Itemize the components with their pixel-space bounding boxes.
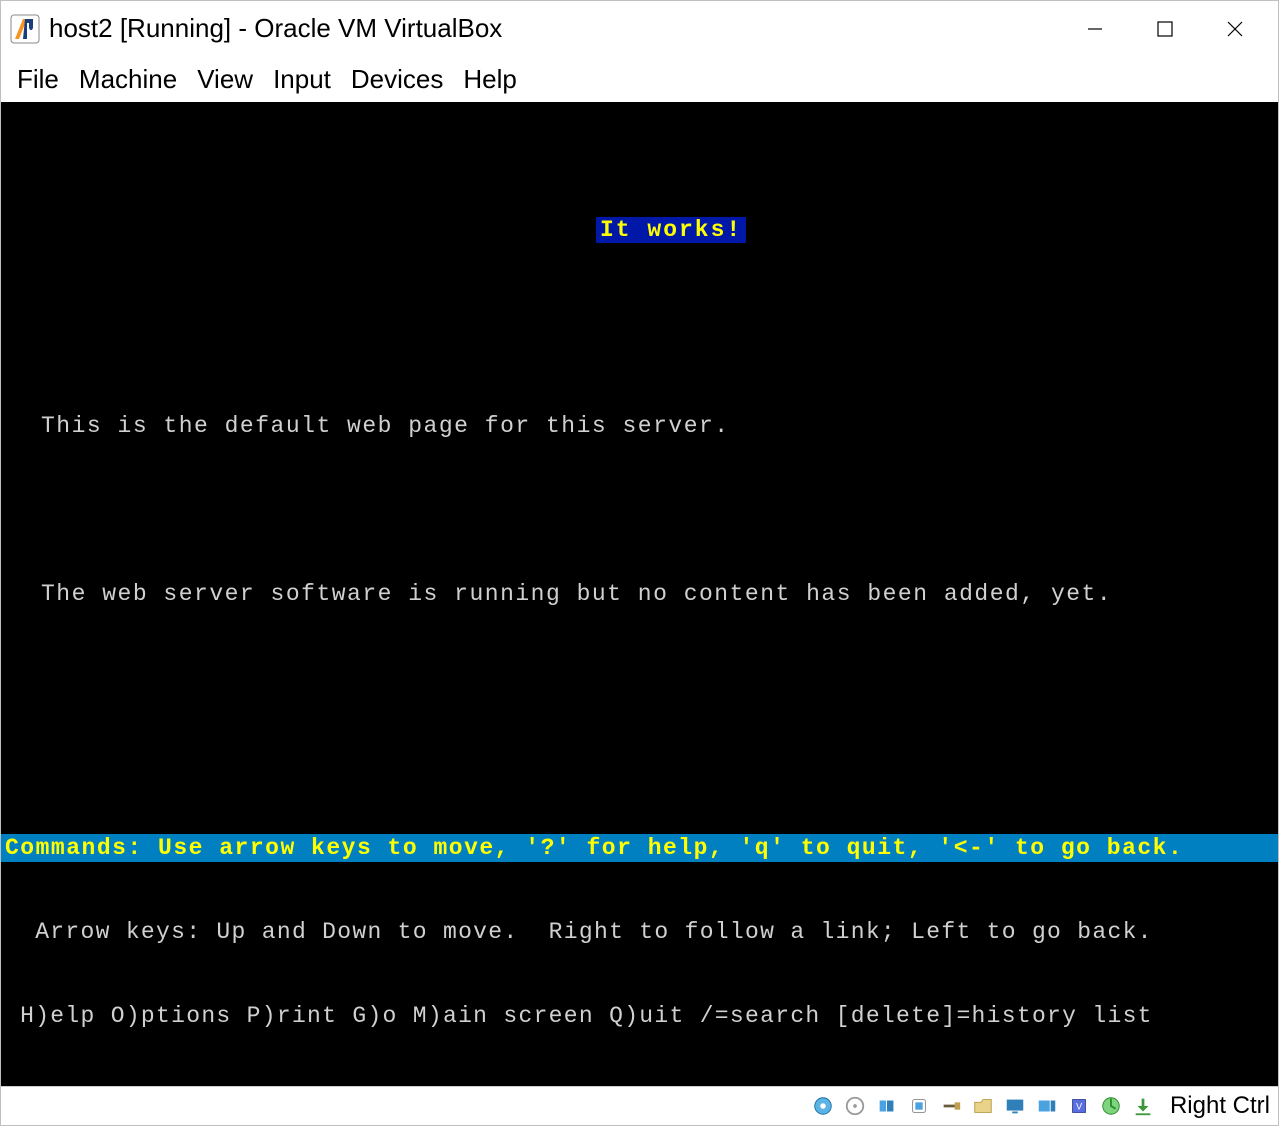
close-button[interactable]	[1200, 5, 1270, 53]
window-titlebar: host2 [Running] - Oracle VM VirtualBox	[1, 1, 1278, 56]
recording-icon[interactable]	[1034, 1093, 1060, 1119]
lynx-hint-2: H)elp O)ptions P)rint G)o M)ain screen Q…	[1, 1002, 1278, 1030]
menu-view[interactable]: View	[187, 60, 263, 99]
keyboard-capture-icon[interactable]	[1130, 1093, 1156, 1119]
vm-status-bar: V Right Ctrl	[1, 1086, 1278, 1125]
usb-icon[interactable]	[938, 1093, 964, 1119]
network-icon[interactable]	[906, 1093, 932, 1119]
virtualbox-icon	[9, 13, 41, 45]
menu-bar: File Machine View Input Devices Help	[1, 56, 1278, 102]
shared-folders-icon[interactable]	[970, 1093, 996, 1119]
host-key-label: Right Ctrl	[1170, 1092, 1270, 1120]
display-icon[interactable]	[1002, 1093, 1028, 1119]
hard-disk-icon[interactable]	[810, 1093, 836, 1119]
menu-machine[interactable]: Machine	[69, 60, 187, 99]
lynx-footer: Commands: Use arrow keys to move, '?' fo…	[1, 778, 1278, 1086]
menu-devices[interactable]: Devices	[341, 60, 453, 99]
maximize-button[interactable]	[1130, 5, 1200, 53]
mouse-integration-icon[interactable]	[1098, 1093, 1124, 1119]
audio-icon[interactable]	[874, 1093, 900, 1119]
window-title: host2 [Running] - Oracle VM VirtualBox	[49, 13, 502, 44]
menu-help[interactable]: Help	[453, 60, 526, 99]
menu-input[interactable]: Input	[263, 60, 341, 99]
page-heading: It works!	[596, 217, 746, 243]
page-paragraph-2: The web server software is running but n…	[1, 580, 1278, 608]
minimize-button[interactable]	[1060, 5, 1130, 53]
processor-icon[interactable]: V	[1066, 1093, 1092, 1119]
page-paragraph-1: This is the default web page for this se…	[1, 412, 1278, 440]
guest-display[interactable]: It works! This is the default web page f…	[1, 102, 1278, 1086]
lynx-commands-line: Commands: Use arrow keys to move, '?' fo…	[1, 834, 1278, 862]
lynx-hint-1: Arrow keys: Up and Down to move. Right t…	[1, 918, 1278, 946]
menu-file[interactable]: File	[7, 60, 69, 99]
optical-disk-icon[interactable]	[842, 1093, 868, 1119]
svg-text:V: V	[1076, 1102, 1083, 1112]
